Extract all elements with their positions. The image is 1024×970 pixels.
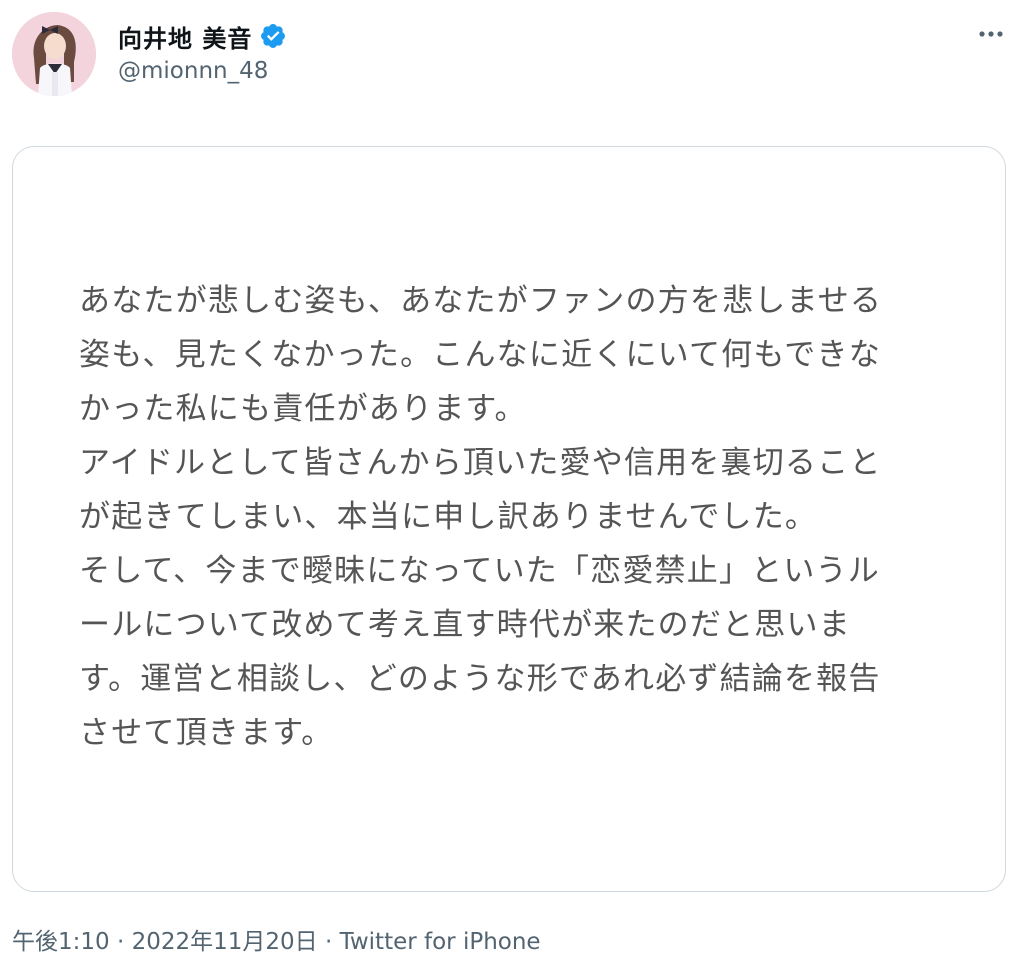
image-text-line: アイドルとして皆さんから頂いた愛や信用を裏切ること — [79, 445, 882, 481]
tweet-image-card[interactable]: あなたが悲しむ姿も、あなたがファンの方を悲しませる 姿も、見たくなかった。こんな… — [12, 146, 1006, 892]
author-display-name[interactable]: 向井地 美音 — [118, 19, 252, 54]
tweet-source-link[interactable]: Twitter for iPhone — [340, 929, 541, 955]
image-text-line: 姿も、見たくなかった。こんなに近くにいて何もできな — [79, 337, 881, 373]
image-text-line: そして、今まで曖昧になっていた「恋愛禁止」というル — [79, 553, 880, 589]
tweet-date: 2022年11月20日 — [131, 929, 318, 955]
image-text-line: あなたが悲しむ姿も、あなたがファンの方を悲しませる — [79, 283, 883, 319]
avatar-photo — [12, 12, 96, 96]
image-text-line: す。運営と相談し、どのような形であれ必ず結論を報告 — [79, 661, 881, 697]
author-name-row[interactable]: 向井地 美音 — [118, 19, 287, 53]
tweet-metadata: 午後1:10 · 2022年11月20日 · Twitter for iPhon… — [12, 922, 541, 956]
author-handle[interactable]: @mionnn_48 — [118, 58, 268, 84]
avatar[interactable] — [12, 12, 96, 96]
tweet-time: 午後1:10 — [12, 929, 110, 955]
separator: · — [317, 929, 340, 955]
image-text-block: あなたが悲しむ姿も、あなたがファンの方を悲しませる 姿も、見たくなかった。こんな… — [79, 274, 939, 760]
verified-badge-icon — [259, 22, 287, 50]
separator: · — [109, 929, 132, 955]
image-text-line: ールについて改めて考え直す時代が来たのだと思いま — [79, 607, 851, 643]
more-options-icon[interactable] — [976, 22, 1006, 46]
tweet-time-link[interactable]: 午後1:10 · 2022年11月20日 — [12, 929, 318, 955]
image-text-line: かった私にも責任があります。 — [79, 391, 527, 427]
image-text-line: が起きてしまい、本当に申し訳ありませんでした。 — [79, 499, 818, 535]
image-text-line: させて頂きます。 — [79, 715, 334, 751]
